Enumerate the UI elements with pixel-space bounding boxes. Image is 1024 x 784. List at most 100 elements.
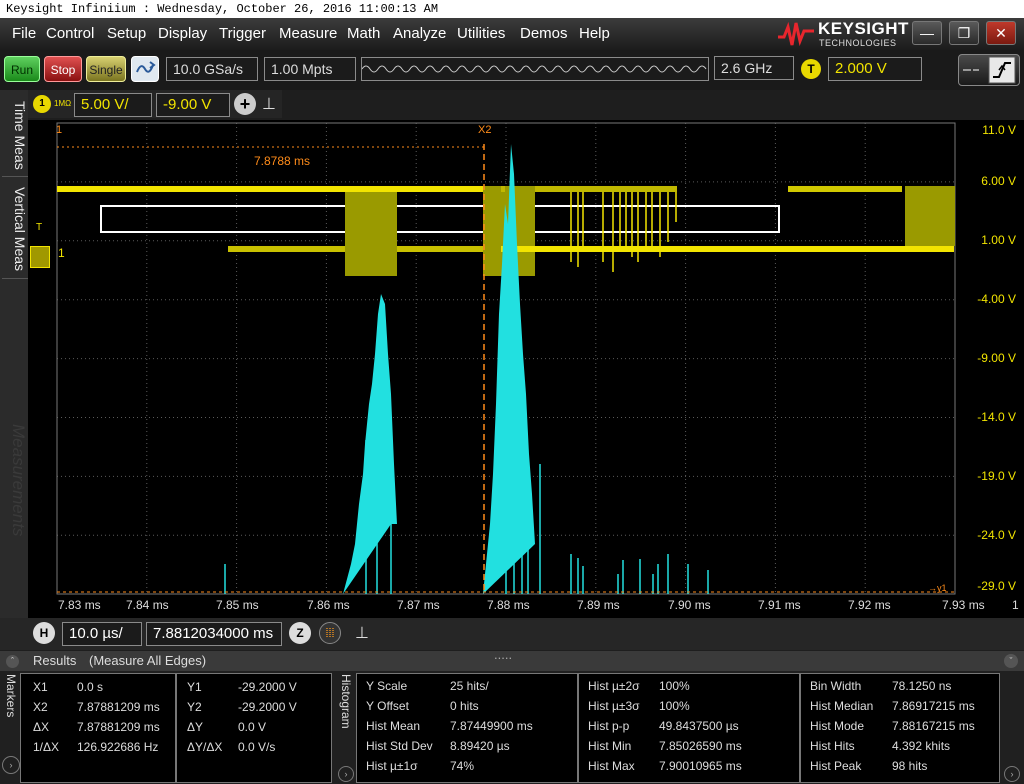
marker-label: ΔY [187, 720, 204, 734]
memory-depth-field[interactable]: 1.00 Mpts [264, 57, 356, 81]
marker-label: X2 [33, 700, 48, 714]
hist-label: Bin Width [810, 679, 862, 693]
zoom-box[interactable] [100, 205, 780, 233]
close-button[interactable]: ✕ [986, 21, 1016, 45]
channel-ground-marker[interactable] [30, 246, 50, 268]
sample-rate-field[interactable]: 10.0 GSa/s [166, 57, 258, 81]
menu-display[interactable]: Display [158, 25, 207, 42]
collapse-results-icon[interactable]: ˆ [6, 655, 19, 668]
results-scroll-icon[interactable]: › [1004, 766, 1020, 782]
keysight-logo: KEYSIGHT TECHNOLOGIES [776, 19, 908, 49]
trigger-badge: T [801, 59, 821, 79]
menu-demos[interactable]: Demos [520, 25, 568, 42]
hist-value: 25 hits/ [450, 679, 489, 693]
menu-math[interactable]: Math [347, 25, 380, 42]
y-tick-label: -4.00 V [977, 292, 1016, 306]
marker-value: 7.87881209 ms [77, 720, 160, 734]
y1-marker: →y1 [928, 583, 947, 593]
marker-value: -29.2000 V [238, 700, 297, 714]
tab-time-meas[interactable]: Time Meas [2, 94, 28, 177]
y-tick-label: 11.0 V [982, 123, 1016, 137]
hist-value: 100% [659, 699, 690, 713]
menu-help[interactable]: Help [579, 25, 610, 42]
marker-value: 0.0 V [238, 720, 267, 734]
x-tick-label: 7.83 ms [58, 598, 101, 612]
pin-icon[interactable]: ⊥ [355, 623, 369, 643]
hist-value: 78.1250 ns [892, 679, 952, 693]
y-tick-label: 1.00 V [981, 233, 1016, 247]
expand-results-icon[interactable]: ˇ [1004, 654, 1018, 668]
resize-grip[interactable]: ..... [494, 645, 512, 665]
y-tick-label: -19.0 V [977, 469, 1016, 483]
channel-offset-field[interactable]: -9.00 V [156, 93, 230, 117]
minimize-button[interactable]: — [912, 21, 942, 45]
trigger-level-field[interactable]: 2.000 V [828, 57, 922, 81]
tab-measurements[interactable]: Measurements [2, 400, 28, 560]
stop-button[interactable]: Stop [44, 56, 82, 82]
channel-1-badge[interactable]: 1 [33, 95, 51, 113]
menu-setup[interactable]: Setup [107, 25, 146, 42]
menu-file[interactable]: File [12, 25, 36, 42]
menu-measure[interactable]: Measure [279, 25, 337, 42]
hist-label: Hist Min [588, 739, 632, 753]
x-tick-label: 7.85 ms [216, 598, 259, 612]
waveform-display[interactable]: 1 X2 7.8788 ms T 1 →y1 1 [28, 120, 1024, 620]
results-title: Results [33, 653, 77, 668]
histogram-scroll-icon[interactable]: › [338, 766, 354, 782]
hist-label: Hist Std Dev [366, 739, 433, 753]
histogram-bars [224, 144, 709, 594]
marker-value: 126.922686 Hz [77, 740, 159, 754]
hist-value: 7.87449900 ms [450, 719, 533, 733]
markers-x-panel: X1 0.0 s X2 7.87881209 ms ΔX 7.87881209 … [20, 673, 176, 783]
logo-subtitle: TECHNOLOGIES [819, 38, 897, 48]
hist-value: 74% [450, 759, 475, 773]
zoom-button[interactable]: Z [289, 622, 311, 644]
hist-label: Hist µ±2σ [588, 679, 640, 693]
add-channel-button[interactable]: + [234, 93, 256, 115]
hist-value: 7.90010965 ms [659, 759, 742, 773]
menu-control[interactable]: Control [46, 25, 94, 42]
horizontal-options-button[interactable] [319, 622, 341, 644]
marker-label: Y1 [187, 680, 202, 694]
menu-analyze[interactable]: Analyze [393, 25, 446, 42]
hist-label: Hist Mode [810, 719, 865, 733]
autoscale-icon [136, 61, 156, 73]
menu-utilities[interactable]: Utilities [457, 25, 505, 42]
y-tick-label: -9.00 V [977, 351, 1016, 365]
x-tick-label: 7.87 ms [397, 598, 440, 612]
channel-scale-field[interactable]: 5.00 V/ [74, 93, 152, 117]
right-channel-label: 1 [1012, 598, 1019, 612]
hist-value: 7.86917215 ms [892, 699, 975, 713]
marker-value: 0.0 V/s [238, 740, 276, 754]
y-tick-label: 6.00 V [981, 174, 1016, 188]
x-tick-label: 7.88 ms [487, 598, 530, 612]
x-tick-label: 7.89 ms [577, 598, 620, 612]
timebase-position-field[interactable]: 7.8812034000 ms [146, 622, 282, 646]
horizontal-badge[interactable]: H [33, 622, 55, 644]
waveform-overview[interactable] [361, 57, 709, 81]
hist-value: 4.392 khits [892, 739, 951, 753]
restore-button[interactable]: ❐ [949, 21, 979, 45]
timebase-scale-field[interactable]: 10.0 µs/ [62, 622, 142, 646]
pin-icon[interactable]: ⊥ [262, 94, 276, 114]
waveform-canvas [56, 122, 956, 595]
trigger-mode-button[interactable] [958, 54, 1020, 86]
left-tab-bar: Time Meas Vertical Meas Measurements » [0, 90, 28, 650]
marker-label: ΔX [33, 720, 50, 734]
menu-trigger[interactable]: Trigger [219, 25, 266, 42]
trigger-marker[interactable]: T [36, 222, 42, 233]
channel-1-marker: 1 [58, 246, 65, 260]
hist-label: Hist Peak [810, 759, 862, 773]
x-tick-label: 7.91 ms [758, 598, 801, 612]
logo-name: KEYSIGHT [818, 19, 909, 38]
markers-side-label[interactable]: Markers [4, 674, 18, 717]
autoscale-button[interactable] [131, 56, 159, 82]
x-tick-label: 7.93 ms [942, 598, 985, 612]
markers-scroll-icon[interactable]: › [2, 756, 20, 774]
histogram-side-label[interactable]: Histogram [339, 674, 353, 729]
run-button[interactable]: Run [4, 56, 40, 82]
tab-vertical-meas[interactable]: Vertical Meas [2, 180, 28, 279]
single-button[interactable]: Single [86, 56, 126, 82]
bandwidth-field[interactable]: 2.6 GHz [714, 56, 794, 80]
marker-value: 7.87881209 ms [77, 700, 160, 714]
